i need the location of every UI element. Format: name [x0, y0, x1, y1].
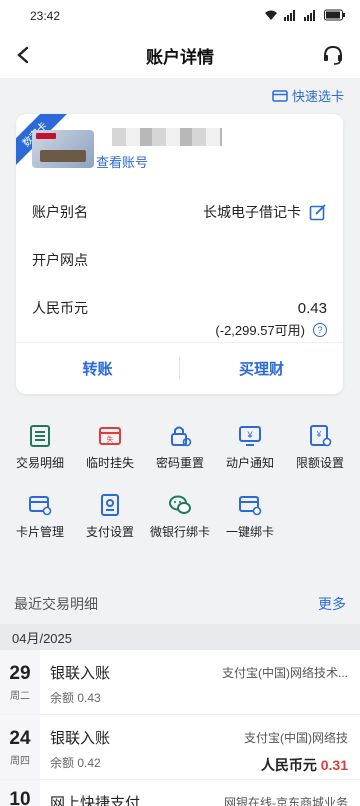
report-loss-icon: 失	[99, 427, 121, 445]
tile-label: 一键绑卡	[225, 525, 274, 539]
header: 账户详情	[0, 32, 360, 78]
alias-value: 长城电子借记卡	[203, 204, 301, 220]
payment-settings-icon	[101, 494, 119, 516]
tx-counterparty: 网银在线-京东商城业务	[224, 796, 348, 806]
tx-weekday: 周二	[10, 690, 30, 702]
tx-counterparty: 支付宝(中国)网络技	[244, 731, 348, 745]
tx-counterparty: 支付宝(中国)网络技术...	[222, 666, 348, 680]
more-link[interactable]: 更多	[318, 594, 346, 614]
edit-icon[interactable]	[309, 203, 327, 221]
bind-card-icon	[239, 496, 262, 516]
tile-label: 交易明细	[15, 456, 64, 470]
transfer-button[interactable]: 转账	[16, 342, 179, 394]
card-switch-icon	[272, 89, 288, 102]
tx-day: 10	[9, 789, 31, 806]
tx-amount-value: 0.31	[320, 757, 348, 773]
tx-day: 24	[9, 727, 31, 749]
transaction-row[interactable]: 10 网上快捷支付 网银在线-京东商城业务	[0, 780, 360, 806]
top-area: 23:42 账户详情	[0, 0, 360, 78]
tx-amount: 人民币元 0.31	[261, 755, 348, 775]
signal-icon	[284, 9, 298, 24]
tx-day: 29	[9, 662, 31, 684]
balance-value: 0.43	[297, 299, 327, 317]
branch-row: 开户网点	[32, 250, 327, 270]
svg-text:失: 失	[107, 435, 114, 444]
svg-text:¥: ¥	[246, 430, 253, 440]
tx-balance: 余额 0.43	[50, 691, 101, 705]
customer-service-button[interactable]	[320, 42, 346, 68]
buy-wealth-button[interactable]: 买理财	[180, 342, 343, 394]
masked-account-number	[112, 128, 222, 146]
currency-label: 人民币元	[32, 300, 88, 316]
transaction-row[interactable]: 29 周二 银联入账 余额 0.43 支付宝(中国)网络技术...	[0, 650, 360, 714]
battery-icon	[324, 9, 346, 24]
wechat-icon	[169, 495, 191, 514]
list-icon	[30, 425, 50, 447]
card-image	[32, 130, 94, 168]
tile-payment-settings[interactable]: 支付设置	[76, 493, 144, 540]
available-amount: (-2,299.57可用) ?	[215, 320, 327, 339]
tile-card-management[interactable]: 卡片管理	[6, 493, 74, 540]
tile-limit-settings[interactable]: ¥ 限额设置	[286, 424, 354, 471]
card-actions: 转账 买理财	[16, 342, 343, 394]
alias-label: 账户别名	[32, 204, 88, 220]
recent-label: 最近交易明细	[14, 596, 98, 612]
tile-transaction-details[interactable]: 交易明细	[6, 424, 74, 471]
status-time: 23:42	[30, 9, 61, 23]
tile-label: 限额设置	[295, 456, 344, 470]
recent-transactions-header: 最近交易明细 更多	[0, 590, 360, 618]
balance-row: 人民币元 0.43	[32, 298, 327, 318]
tx-weekday: 周四	[10, 755, 30, 767]
chevron-left-icon	[17, 46, 29, 64]
status-bar: 23:42	[0, 0, 360, 32]
tile-password-reset[interactable]: 密码重置	[146, 424, 214, 471]
headset-icon	[324, 45, 342, 65]
branch-label: 开户网点	[32, 252, 88, 268]
tile-label: 密码重置	[155, 456, 204, 470]
available-text: (-2,299.57可用)	[215, 323, 305, 338]
tile-label: 动户通知	[225, 456, 274, 470]
card-manage-icon	[29, 496, 52, 516]
status-icons	[264, 9, 346, 24]
tile-empty	[286, 493, 354, 540]
wifi-icon	[264, 9, 278, 24]
transaction-row[interactable]: 24 周四 银联入账 余额 0.42 支付宝(中国)网络技 人民币元 0.31	[0, 715, 360, 779]
quick-select-label: 快速选卡	[291, 89, 344, 104]
tile-label: 卡片管理	[15, 525, 64, 539]
signal-icon	[304, 9, 318, 24]
help-icon[interactable]: ?	[313, 322, 327, 337]
page-title: 账户详情	[146, 47, 214, 67]
tile-label: 微银行绑卡	[149, 525, 210, 539]
tile-wechat-bind[interactable]: 微银行绑卡	[146, 493, 214, 540]
tile-label: 支付设置	[85, 525, 134, 539]
tile-account-notify[interactable]: ¥ 动户通知	[216, 424, 284, 471]
alias-row: 账户别名 长城电子借记卡	[32, 202, 327, 222]
view-account-link[interactable]: 查看账号	[96, 152, 148, 171]
limit-icon: ¥	[310, 425, 332, 447]
lock-reset-icon	[171, 426, 192, 447]
function-grid: 交易明细 失 临时挂失 密码重置 ¥ 动户通知 ¥ 限额设置 卡片管理 支付设置	[0, 424, 360, 562]
tx-amount-prefix: 人民币元	[260, 757, 321, 773]
tile-label: 临时挂失	[85, 456, 134, 470]
svg-text:¥: ¥	[316, 430, 322, 439]
back-button[interactable]	[10, 42, 36, 68]
notify-icon: ¥	[239, 426, 261, 446]
quick-select-card-button[interactable]: 快速选卡	[272, 86, 344, 105]
month-header: 04月/2025	[0, 624, 360, 650]
tile-one-click-bind[interactable]: 一键绑卡	[216, 493, 284, 540]
account-card: 数字卡 查看账号 账户别名 长城电子借记卡 开户网点 人民币元 0.43 (-2…	[16, 114, 343, 394]
tile-report-loss[interactable]: 失 临时挂失	[76, 424, 144, 471]
